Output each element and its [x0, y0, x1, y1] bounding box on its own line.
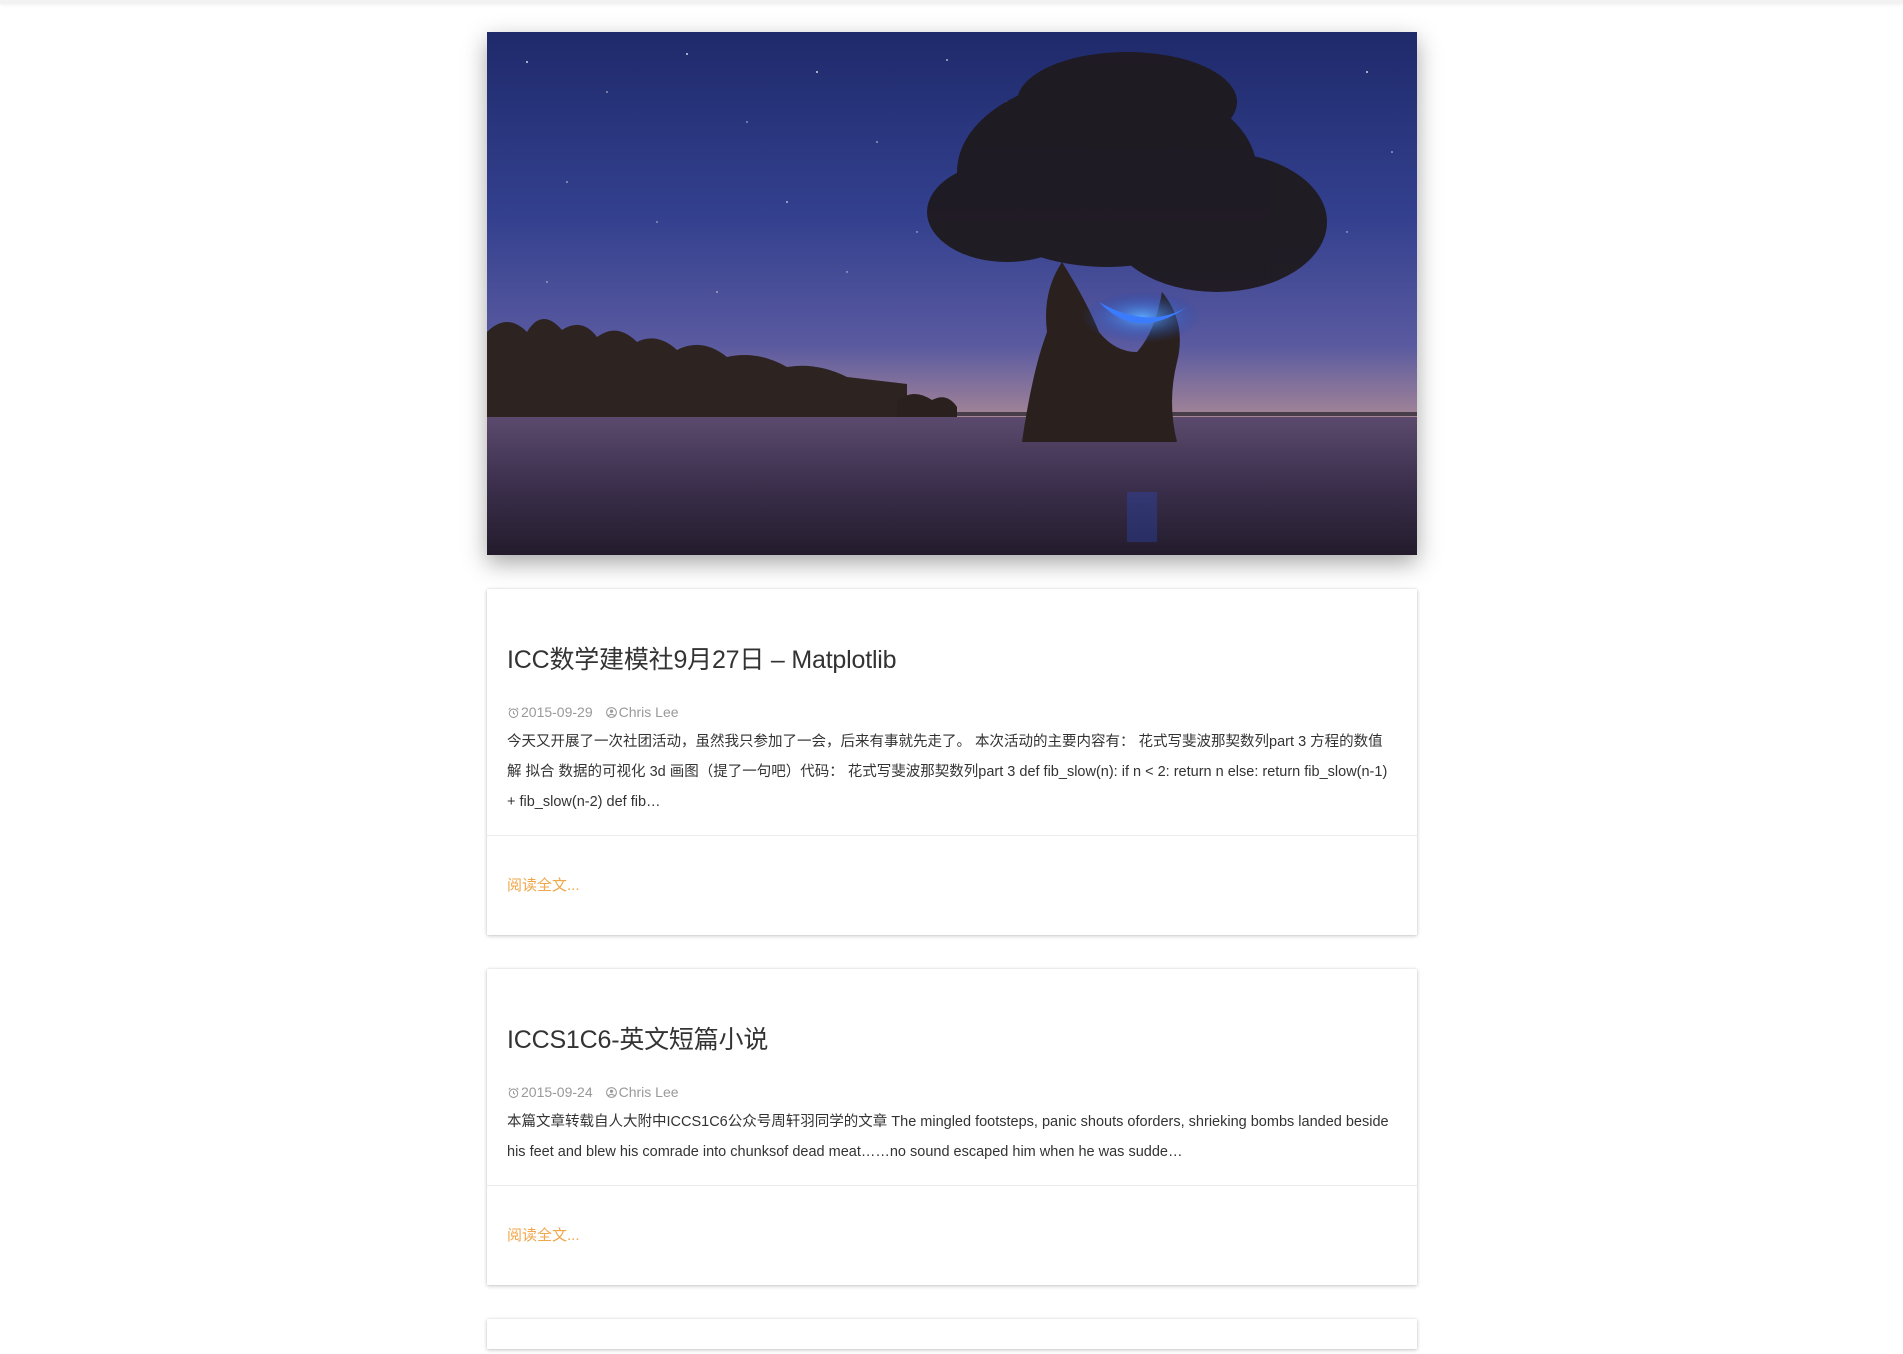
alarm-clock-icon — [507, 1086, 520, 1099]
post-author[interactable]: Chris Lee — [605, 704, 679, 720]
post-author[interactable]: Chris Lee — [605, 1084, 679, 1100]
post-footer: 阅读全文... — [487, 1185, 1417, 1285]
alarm-clock-icon — [507, 706, 520, 719]
post-card: ICC数学建模社9月27日 – Matplotlib 2015-09-29 Ch… — [487, 589, 1417, 935]
top-bar — [0, 0, 1903, 4]
post-excerpt: 本篇文章转载自人大附中ICCS1C6公众号周轩羽同学的文章 The mingle… — [507, 1114, 1389, 1160]
user-icon — [605, 706, 618, 719]
post-footer: 阅读全文... — [487, 835, 1417, 935]
post-date: 2015-09-24 — [507, 1084, 593, 1100]
post-card-partial — [487, 1319, 1417, 1349]
post-date: 2015-09-29 — [507, 704, 593, 720]
read-more-link[interactable]: 阅读全文... — [507, 1227, 580, 1244]
post-card: ICCS1C6-英文短篇小说 2015-09-24 Chris Lee 本篇文章… — [487, 969, 1417, 1285]
main-column: ICC数学建模社9月27日 – Matplotlib 2015-09-29 Ch… — [487, 32, 1417, 1349]
post-title[interactable]: ICC数学建模社9月27日 – Matplotlib — [507, 645, 1397, 675]
post-title[interactable]: ICCS1C6-英文短篇小说 — [507, 1025, 1397, 1055]
user-icon — [605, 1086, 618, 1099]
post-meta: 2015-09-24 Chris Lee — [507, 1083, 1397, 1101]
hero-image — [487, 32, 1417, 555]
post-excerpt: 今天又开展了一次社团活动，虽然我只参加了一会，后来有事就先走了。 本次活动的主要… — [507, 734, 1388, 810]
read-more-link[interactable]: 阅读全文... — [507, 877, 580, 894]
post-meta: 2015-09-29 Chris Lee — [507, 703, 1397, 721]
